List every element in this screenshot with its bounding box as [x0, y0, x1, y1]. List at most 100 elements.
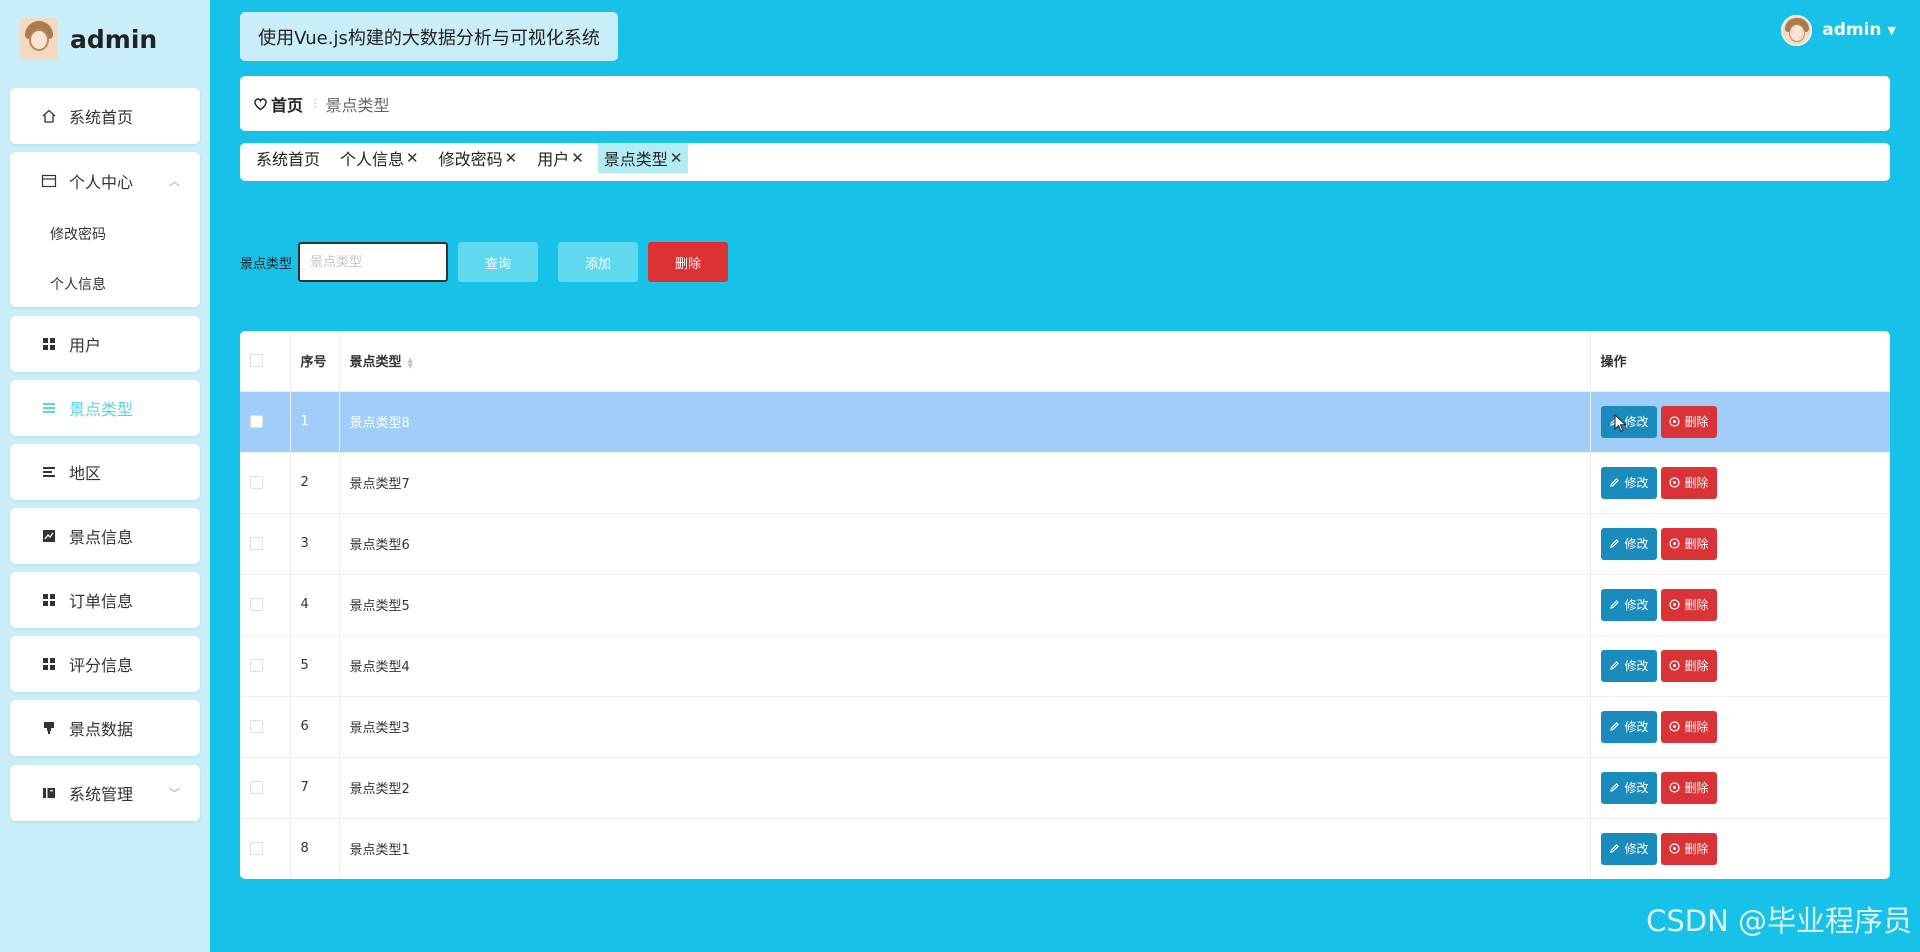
sidebar-subitem-personal-info[interactable]: 个人信息: [10, 259, 200, 309]
table-row: 6 景点类型3 修改 删除: [240, 696, 1890, 758]
table-row: 2 景点类型7 修改 删除: [240, 452, 1890, 514]
sidebar-item-attraction-type[interactable]: 景点类型: [10, 380, 200, 436]
tag-change-password[interactable]: 修改密码 ✕: [433, 143, 524, 173]
grid-icon: [41, 656, 57, 672]
user-name: admin: [1822, 20, 1882, 40]
lines-icon: [41, 464, 57, 480]
edit-label: 修改: [1624, 537, 1649, 551]
row-type: 景点类型4: [339, 635, 1591, 697]
breadcrumb-home[interactable]: 首页: [253, 92, 303, 116]
sidebar-item-region[interactable]: 地区: [10, 444, 200, 500]
row-checkbox[interactable]: [250, 781, 263, 794]
row-select-cell: [240, 635, 291, 697]
row-select-cell: [240, 757, 291, 819]
edit-label: 修改: [1624, 415, 1649, 429]
grid-icon: [41, 592, 57, 608]
close-icon[interactable]: ✕: [406, 149, 419, 167]
edit-button[interactable]: 修改: [1600, 771, 1657, 804]
row-checkbox[interactable]: [250, 720, 263, 733]
edit-button[interactable]: 修改: [1600, 649, 1657, 682]
delete-button[interactable]: 删除: [1660, 588, 1717, 621]
edit-button[interactable]: 修改: [1600, 405, 1657, 438]
edit-label: 修改: [1624, 842, 1649, 856]
sidebar-item-order-info[interactable]: 订单信息: [10, 572, 200, 628]
row-checkbox[interactable]: [250, 537, 263, 550]
edit-label: 修改: [1624, 659, 1649, 673]
row-index: 3: [290, 513, 340, 575]
tag-users[interactable]: 用户 ✕: [531, 143, 590, 173]
edit-button[interactable]: 修改: [1600, 832, 1657, 865]
circle-x-icon: [1668, 782, 1680, 793]
delete-button[interactable]: 删除: [1660, 710, 1717, 743]
sidebar-item-label: 订单信息: [69, 592, 134, 611]
row-checkbox[interactable]: [250, 598, 263, 611]
delete-button[interactable]: 删除: [1660, 649, 1717, 682]
sidebar-item-system-management[interactable]: 系统管理 ﹀: [10, 765, 200, 821]
delete-label: 删除: [1684, 842, 1709, 856]
close-icon[interactable]: ✕: [670, 149, 683, 167]
pencil-icon: [1609, 599, 1620, 610]
edit-button[interactable]: 修改: [1600, 710, 1657, 743]
sidebar-item-attraction-info[interactable]: 景点信息: [10, 508, 200, 564]
sidebar-item-rating-info[interactable]: 评分信息: [10, 636, 200, 692]
delete-label: 删除: [1684, 598, 1709, 612]
delete-button[interactable]: 删除: [1660, 832, 1717, 865]
table-row: 3 景点类型6 修改 删除: [240, 513, 1890, 575]
row-checkbox[interactable]: [250, 659, 263, 672]
query-button[interactable]: 查询: [458, 242, 539, 282]
tag-label: 修改密码: [438, 150, 503, 169]
sidebar-item-home[interactable]: 系统首页: [10, 88, 200, 144]
close-icon[interactable]: ✕: [505, 149, 518, 167]
row-index: 4: [290, 574, 340, 636]
row-type: 景点类型1: [339, 818, 1591, 879]
tag-label: 系统首页: [256, 150, 321, 169]
batch-delete-button[interactable]: 删除: [648, 242, 729, 282]
tag-system-home[interactable]: 系统首页: [250, 143, 326, 173]
row-checkbox[interactable]: [250, 842, 263, 855]
sidebar-subitem-change-password[interactable]: 修改密码: [10, 209, 200, 259]
edit-button[interactable]: 修改: [1600, 588, 1657, 621]
grid-icon: [41, 336, 57, 352]
sidebar-item-label: 景点数据: [69, 720, 134, 739]
delete-button[interactable]: 删除: [1660, 771, 1717, 804]
select-all-checkbox[interactable]: [250, 354, 263, 368]
user-menu[interactable]: admin ▼: [1781, 14, 1896, 46]
edit-button[interactable]: 修改: [1600, 527, 1657, 560]
search-label: 景点类型: [240, 256, 293, 272]
sort-icon[interactable]: ▲ ▼: [408, 356, 413, 369]
circle-x-icon: [1668, 843, 1680, 854]
row-checkbox[interactable]: [250, 415, 263, 428]
sidebar-item-attraction-data[interactable]: 景点数据: [10, 700, 200, 756]
edit-label: 修改: [1624, 476, 1649, 490]
row-checkbox[interactable]: [250, 476, 263, 489]
brand: admin: [0, 0, 210, 78]
book-icon: [41, 785, 57, 801]
chevron-up-icon: ︿: [169, 174, 180, 188]
sidebar-item-label: 系统管理: [69, 785, 134, 804]
search-input[interactable]: [298, 242, 449, 282]
sidebar-item-personal-center[interactable]: 个人中心 ︿: [10, 152, 200, 209]
header-actions: 操作: [1590, 331, 1890, 392]
row-actions: 修改 删除: [1590, 696, 1890, 758]
header-index: 序号: [290, 331, 340, 392]
tag-label: 用户: [537, 150, 570, 169]
edit-button[interactable]: 修改: [1600, 466, 1657, 499]
close-icon[interactable]: ✕: [571, 149, 584, 167]
header-type[interactable]: 景点类型 ▲ ▼: [339, 331, 1591, 392]
delete-button[interactable]: 删除: [1660, 405, 1717, 438]
delete-button[interactable]: 删除: [1660, 527, 1717, 560]
pencil-icon: [1609, 660, 1620, 671]
sidebar-item-users[interactable]: 用户: [10, 316, 200, 372]
pencil-icon: [1609, 721, 1620, 732]
sidebar-item-label: 用户: [69, 336, 102, 355]
brand-avatar: [20, 18, 58, 60]
tag-personal-info[interactable]: 个人信息 ✕: [334, 143, 425, 173]
tag-label: 个人信息: [340, 150, 405, 169]
tag-attraction-type[interactable]: 景点类型 ✕: [597, 143, 689, 173]
delete-button[interactable]: 删除: [1660, 466, 1717, 499]
add-button[interactable]: 添加: [558, 242, 639, 282]
row-select-cell: [240, 574, 291, 636]
row-select-cell: [240, 696, 291, 758]
row-index: 1: [290, 391, 340, 453]
table-row: 5 景点类型4 修改 删除: [240, 635, 1890, 697]
